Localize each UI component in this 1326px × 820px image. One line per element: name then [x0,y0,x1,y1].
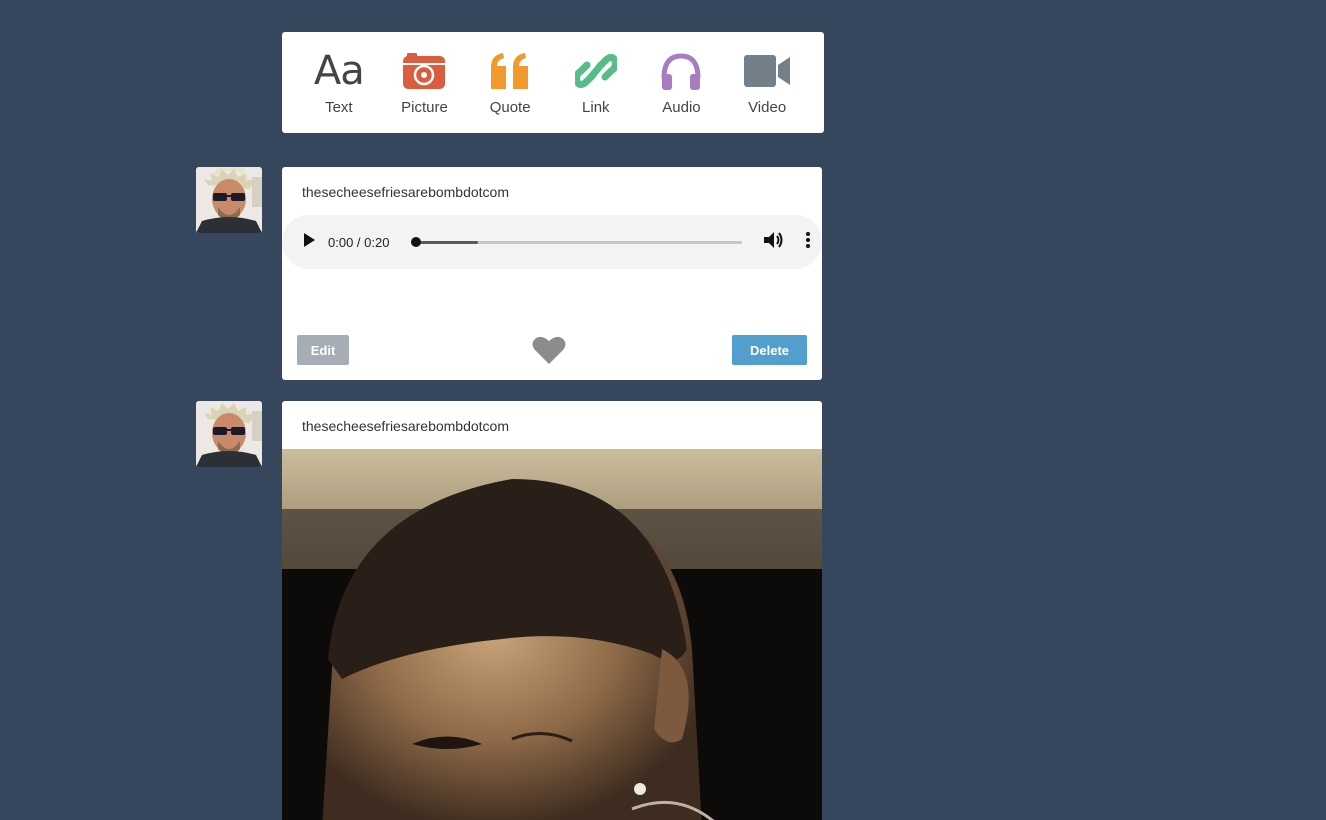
avatar[interactable] [196,167,262,233]
camera-icon [403,49,446,93]
delete-button[interactable]: Delete [732,335,807,365]
post-type-label: Quote [489,99,531,116]
audio-progress-slider[interactable] [411,236,742,247]
video-camera-icon [744,49,791,93]
post-type-quote[interactable]: Quote [470,49,550,116]
post-type-audio[interactable]: Audio [641,49,721,116]
post-footer: Edit Delete [282,335,822,380]
post-type-label: Link [582,99,610,116]
post-type-label: Picture [401,99,448,116]
more-options-icon[interactable] [806,231,810,253]
volume-icon[interactable] [764,231,784,254]
post-type-text[interactable]: Aa Text [299,49,379,116]
post-type-label: Text [325,99,353,116]
quote-icon [489,49,531,93]
post-username[interactable]: thesecheesefriesarebombdotcom [282,167,822,215]
post-type-picture[interactable]: Picture [384,49,464,116]
link-icon [574,49,617,93]
post-card: thesecheesefriesarebombdotcom 0:00 / 0:2… [282,167,822,380]
post-type-video[interactable]: Video [727,49,807,116]
audio-time: 0:00 / 0:20 [328,234,390,250]
edit-button[interactable]: Edit [297,335,349,365]
audio-player: 0:00 / 0:20 [282,215,822,269]
post-type-label: Audio [662,99,701,116]
post-photo [282,449,822,820]
audio-progress-knob[interactable] [411,236,421,247]
post-card: thesecheesefriesarebombdotcom [282,401,822,820]
post-type-label: Video [748,99,787,116]
headphones-icon [660,49,702,93]
post-type-link[interactable]: Link [556,49,636,116]
post-username[interactable]: thesecheesefriesarebombdotcom [282,401,822,449]
audio-buffered-bar [416,240,478,244]
avatar[interactable] [196,401,262,467]
heart-icon[interactable] [532,335,566,370]
play-icon[interactable] [302,232,316,252]
text-icon: Aa [313,48,365,94]
post-composer: Aa Text Picture Quote Link Audio Video [282,32,824,133]
